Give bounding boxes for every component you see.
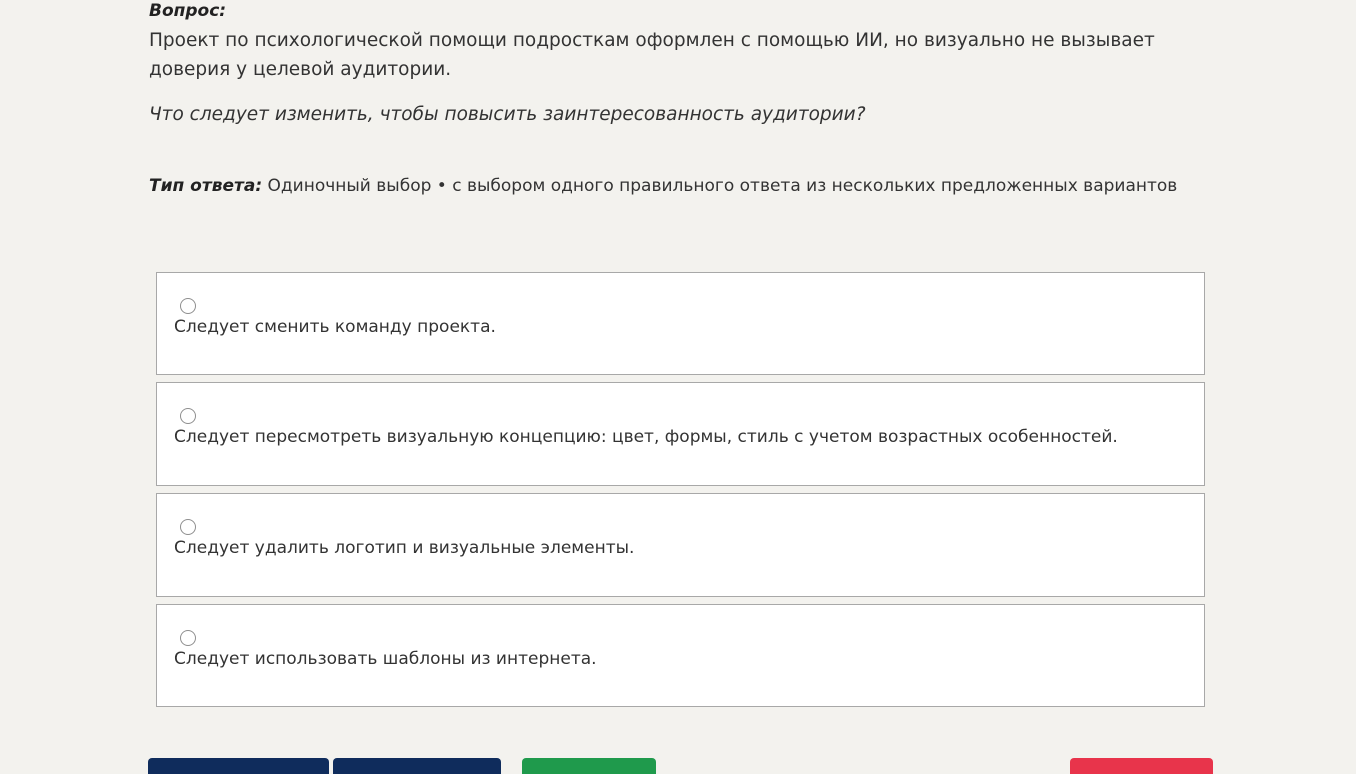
- question-prompt: Что следует изменить, чтобы повысить заи…: [149, 104, 866, 125]
- answer-type-value: Одиночный выбор • с выбором одного прави…: [267, 176, 1178, 196]
- question-text: Проект по психологической помощи подрост…: [149, 30, 1155, 80]
- answer-button[interactable]: [522, 758, 656, 774]
- radio-button[interactable]: [180, 519, 196, 535]
- answer-option[interactable]: Следует использовать шаблоны из интернет…: [156, 604, 1205, 707]
- previous-button[interactable]: [148, 758, 329, 774]
- finish-button[interactable]: [1070, 758, 1213, 774]
- answer-option-text: Следует удалить логотип и визуальные эле…: [174, 538, 635, 558]
- test-page: Вопрос: Проект по психологической помощи…: [0, 0, 1356, 774]
- question-label: Вопрос:: [149, 1, 227, 21]
- radio-button[interactable]: [180, 408, 196, 424]
- answer-options: Следует сменить команду проекта. Следует…: [156, 272, 1205, 714]
- answer-option[interactable]: Следует сменить команду проекта.: [156, 272, 1205, 375]
- answer-type-label: Тип ответа:: [149, 176, 263, 196]
- radio-button[interactable]: [180, 630, 196, 646]
- next-button[interactable]: [333, 758, 501, 774]
- radio-button[interactable]: [180, 298, 196, 314]
- answer-option-text: Следует пересмотреть визуальную концепци…: [174, 427, 1118, 447]
- answer-option[interactable]: Следует пересмотреть визуальную концепци…: [156, 382, 1205, 486]
- answer-option-text: Следует сменить команду проекта.: [174, 317, 496, 337]
- answer-option-text: Следует использовать шаблоны из интернет…: [174, 649, 597, 669]
- answer-option[interactable]: Следует удалить логотип и визуальные эле…: [156, 493, 1205, 597]
- answer-type: Тип ответа: Одиночный выбор • с выбором …: [149, 176, 1177, 196]
